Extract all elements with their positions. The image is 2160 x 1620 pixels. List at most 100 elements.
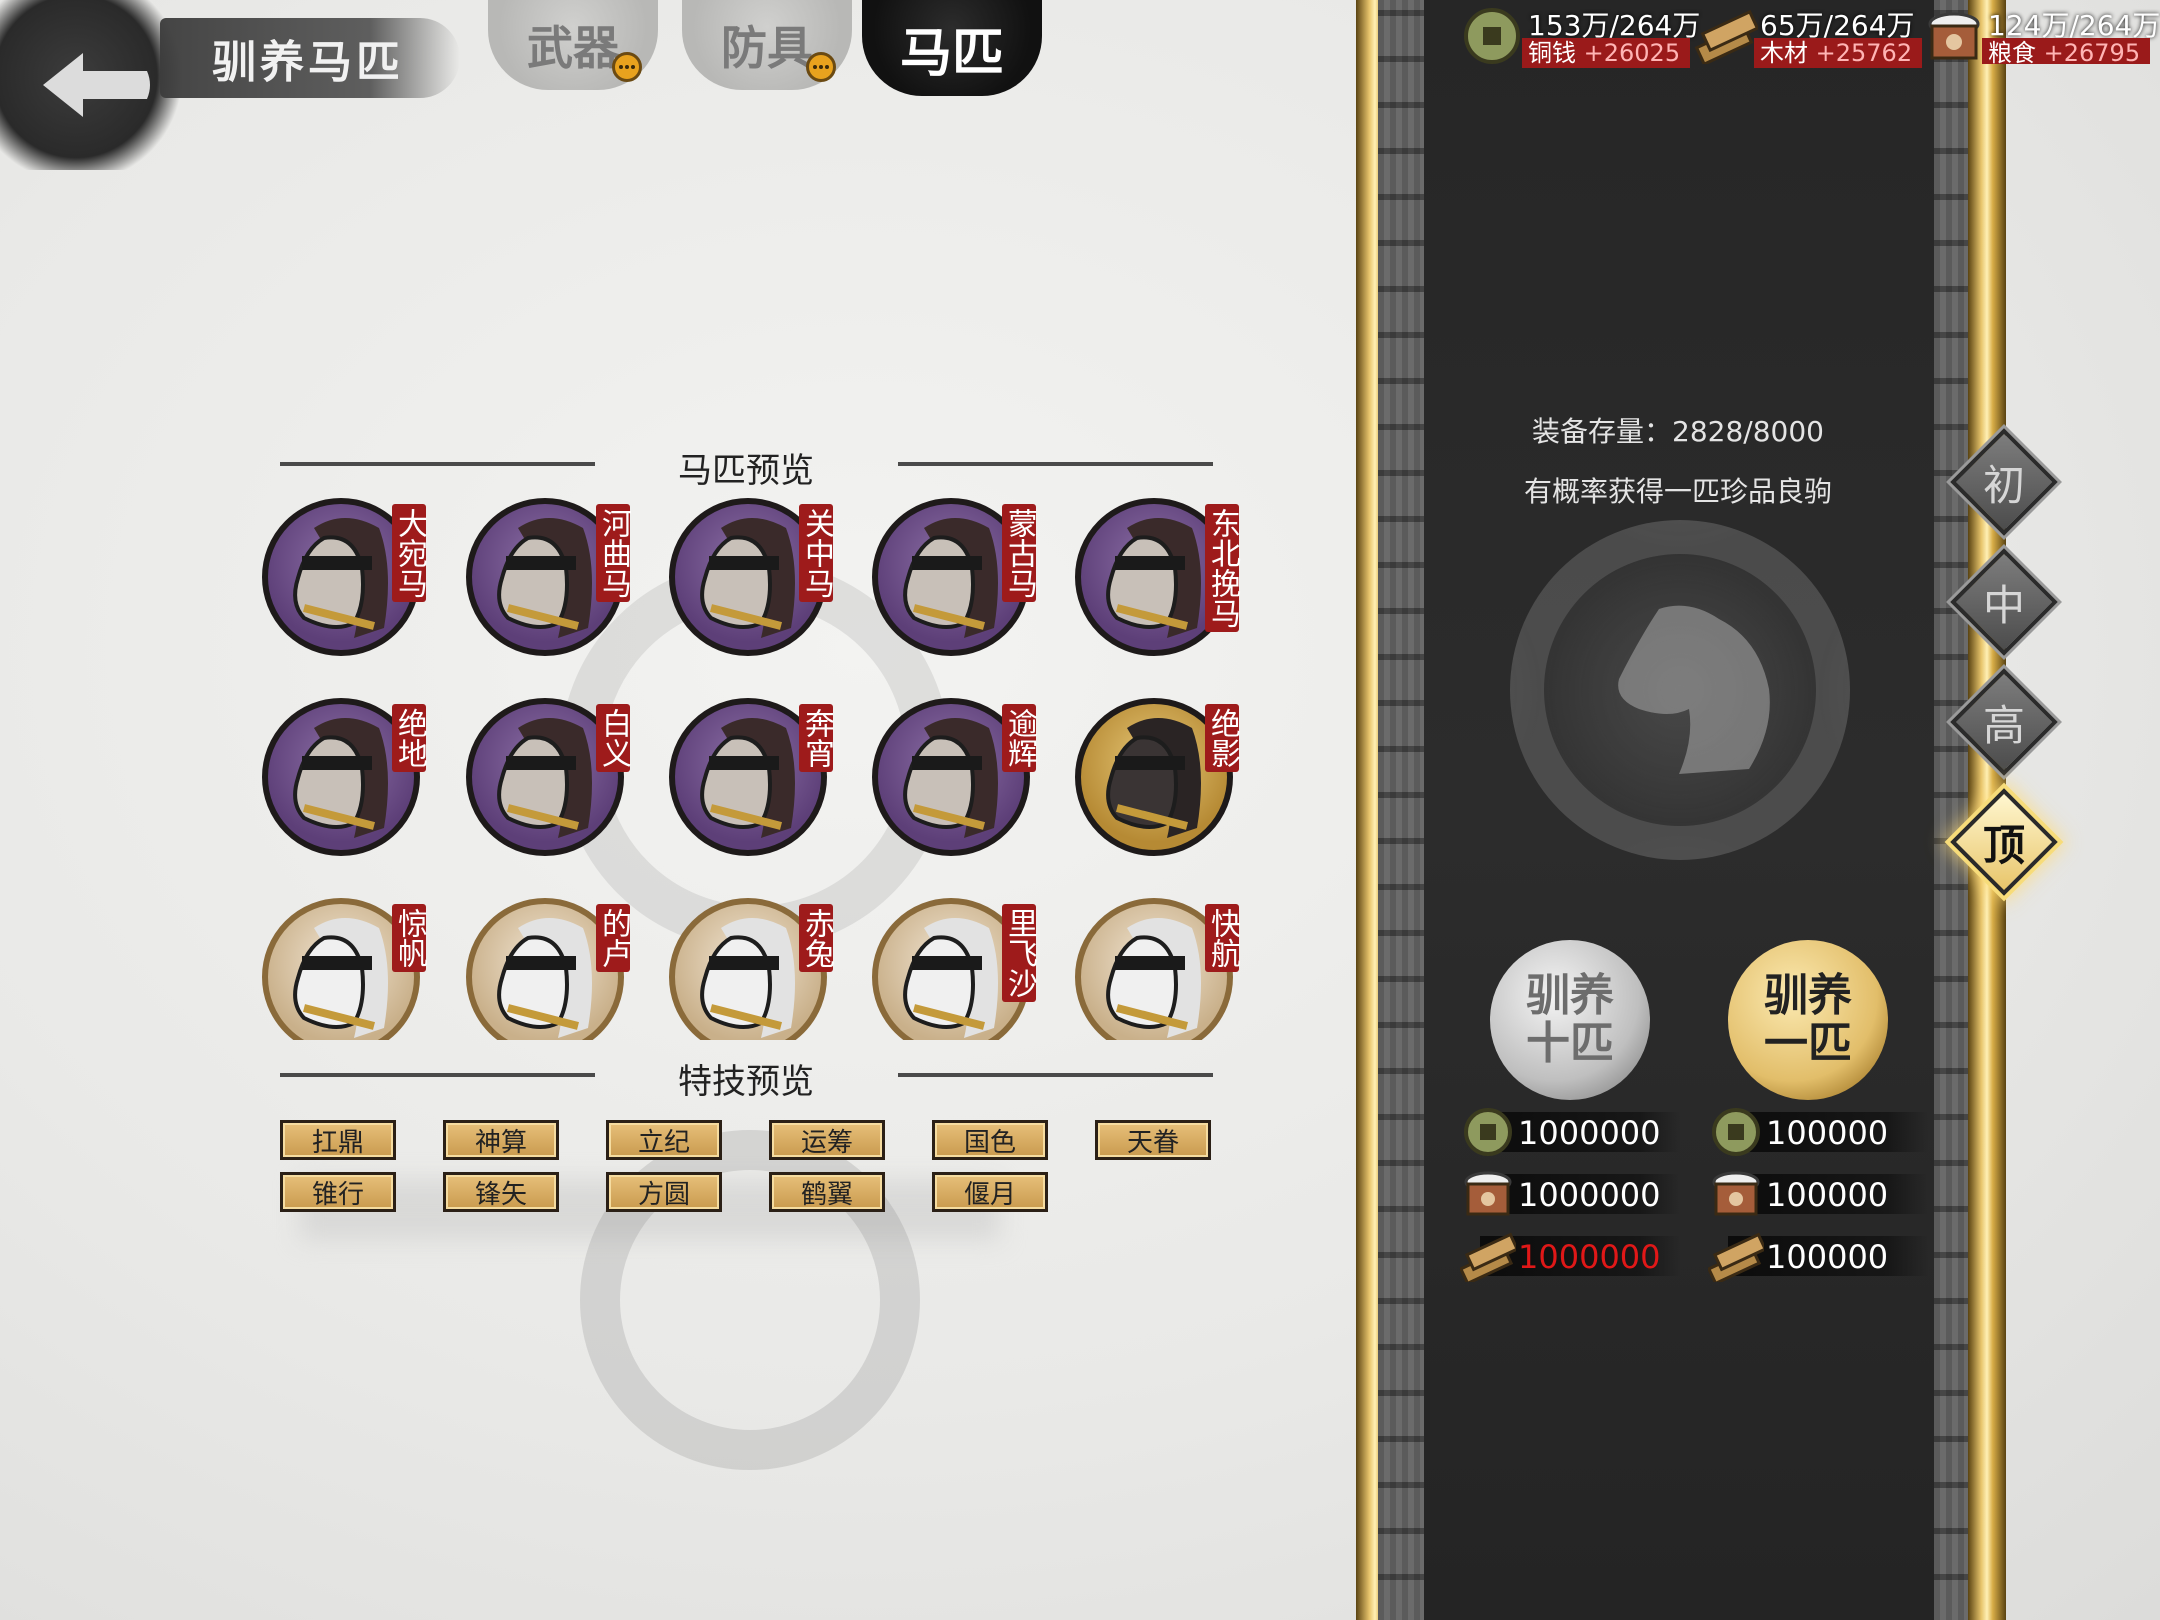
notice-badge-icon <box>806 52 836 82</box>
horse-preview-item[interactable]: 蒙古马 <box>872 490 1042 660</box>
horse-portrait-icon <box>293 518 388 638</box>
horse-name-tag: 白义 <box>596 704 631 772</box>
train-ten-button[interactable]: 驯养 十匹 <box>1490 940 1650 1100</box>
horse-portrait-icon <box>293 718 388 838</box>
wood-icon <box>1460 1232 1516 1282</box>
train-ten-label-line1: 驯养 <box>1526 970 1614 1021</box>
notice-badge-icon <box>612 52 642 82</box>
tier-top[interactable]: 顶 <box>1950 788 2058 896</box>
wood-icon <box>1694 9 1758 64</box>
skill-tag[interactable]: 锋矢 <box>443 1172 559 1212</box>
tab-horses-label: 马匹 <box>899 22 1004 84</box>
horse-preview-item[interactable]: 白义 <box>466 690 636 860</box>
wood-rate: 木材 +25762 <box>1754 38 1923 68</box>
horse-preview-item[interactable]: 关中马 <box>669 490 839 660</box>
horse-preview-item[interactable]: 逾辉 <box>872 690 1042 860</box>
horse-preview-item[interactable]: 惊帆 <box>262 890 432 1040</box>
section-divider <box>280 1073 595 1077</box>
resource-coin: 153万/264万 铜钱 +26025 <box>1462 4 1702 68</box>
horse-portrait-icon <box>497 718 592 838</box>
horse-preview-item[interactable]: 绝地 <box>262 690 432 860</box>
horse-name-tag: 快航 <box>1205 904 1240 972</box>
coin-icon <box>1464 8 1520 64</box>
tab-horses[interactable]: 马匹 <box>862 0 1042 96</box>
cost-row: 100000 <box>1708 1168 1928 1220</box>
horse-name-tag: 里飞沙 <box>1002 904 1037 1002</box>
horse-portrait-icon <box>1106 918 1201 1038</box>
horse-preview-item[interactable]: 快航 <box>1075 890 1245 1040</box>
horse-portrait-icon <box>497 918 592 1038</box>
resource-grain: 124万/264万 粮食 +26795 <box>1922 4 2160 64</box>
skill-tag[interactable]: 方圆 <box>606 1172 722 1212</box>
horse-portrait-icon <box>700 518 795 638</box>
horse-emblem <box>1510 520 1850 860</box>
train-one-label-line1: 驯养 <box>1764 970 1852 1021</box>
horse-preview-item[interactable]: 赤兔 <box>669 890 839 1040</box>
horse-preview-item[interactable]: 绝影 <box>1075 690 1245 860</box>
section-divider <box>898 462 1213 466</box>
resource-wood: 65万/264万 木材 +25762 <box>1694 4 1924 68</box>
horse-portrait-icon <box>497 518 592 638</box>
cost-row: 1000000 <box>1460 1168 1680 1220</box>
horse-name-tag: 的卢 <box>596 904 631 972</box>
cost-row: 1000000 <box>1460 1230 1680 1282</box>
horse-portrait-icon <box>903 518 998 638</box>
tier-label: 中 <box>1982 580 2025 630</box>
tier-label: 顶 <box>1982 820 2025 870</box>
tier-advanced[interactable]: 高 <box>1950 668 2058 776</box>
coin-icon <box>1712 1108 1760 1156</box>
skills-preview-title: 特技预览 <box>678 1062 814 1102</box>
equipment-storage: 装备存量：2828/8000 <box>1532 415 1824 448</box>
train-one-label-line2: 一匹 <box>1764 1018 1852 1069</box>
cost-value: 100000 <box>1766 1114 1889 1152</box>
rare-horse-hint: 有概率获得一匹珍品良驹 <box>1523 475 1832 508</box>
skill-tag[interactable]: 神算 <box>443 1120 559 1160</box>
horse-preview-item[interactable]: 里飞沙 <box>872 890 1042 1040</box>
skill-tag[interactable]: 扛鼎 <box>280 1120 396 1160</box>
horses-preview-title: 马匹预览 <box>678 451 814 491</box>
horse-portrait-icon <box>1106 518 1201 638</box>
horse-portrait-icon <box>700 718 795 838</box>
horse-portrait-icon <box>700 918 795 1038</box>
tab-armor[interactable]: 防具 <box>682 0 852 90</box>
skill-tag[interactable]: 锥行 <box>280 1172 396 1212</box>
horse-name-tag: 蒙古马 <box>1002 504 1037 602</box>
horse-preview-item[interactable]: 的卢 <box>466 890 636 1040</box>
page-title: 驯养马匹 <box>212 37 404 88</box>
horse-name-tag: 东北挽马 <box>1205 504 1240 632</box>
grain-icon <box>1928 12 1980 60</box>
page-title-banner: 驯养马匹 <box>160 18 460 98</box>
horse-name-tag: 绝影 <box>1205 704 1240 772</box>
horse-name-tag: 河曲马 <box>596 504 631 602</box>
tab-weapons[interactable]: 武器 <box>488 0 658 90</box>
skill-tag[interactable]: 国色 <box>932 1120 1048 1160</box>
horse-preview-item[interactable]: 大宛马 <box>262 490 432 660</box>
train-one-button[interactable]: 驯养 一匹 <box>1728 940 1888 1100</box>
horse-name-tag: 奔宵 <box>799 704 834 772</box>
horse-preview-item[interactable]: 奔宵 <box>669 690 839 860</box>
tab-armor-label: 防具 <box>721 21 813 75</box>
coin-icon <box>1464 1108 1512 1156</box>
coin-rate: 铜钱 +26025 <box>1522 38 1691 68</box>
pattern-border-left <box>1378 0 1424 1620</box>
horse-name-tag: 关中马 <box>799 504 834 602</box>
skill-tag[interactable]: 偃月 <box>932 1172 1048 1212</box>
skill-tag[interactable]: 运筹 <box>769 1120 885 1160</box>
section-divider <box>898 1073 1213 1077</box>
tier-label: 初 <box>1982 460 2025 510</box>
skill-tag[interactable]: 立纪 <box>606 1120 722 1160</box>
horse-preview-item[interactable]: 河曲马 <box>466 490 636 660</box>
grain-icon <box>1712 1171 1760 1216</box>
horse-portrait-icon <box>903 918 998 1038</box>
grain-rate: 粮食 +26795 <box>1982 38 2151 64</box>
cost-value: 1000000 <box>1518 1238 1661 1276</box>
tab-weapons-label: 武器 <box>527 21 619 75</box>
skill-tag[interactable]: 天眷 <box>1095 1120 1211 1160</box>
tier-intermediate[interactable]: 中 <box>1950 548 2058 656</box>
tier-beginner[interactable]: 初 <box>1950 428 2058 536</box>
skill-tag[interactable]: 鹤翼 <box>769 1172 885 1212</box>
horse-preview-item[interactable]: 东北挽马 <box>1075 490 1245 660</box>
cost-value: 1000000 <box>1518 1114 1661 1152</box>
horse-portrait-icon <box>903 718 998 838</box>
cost-value: 1000000 <box>1518 1176 1661 1214</box>
